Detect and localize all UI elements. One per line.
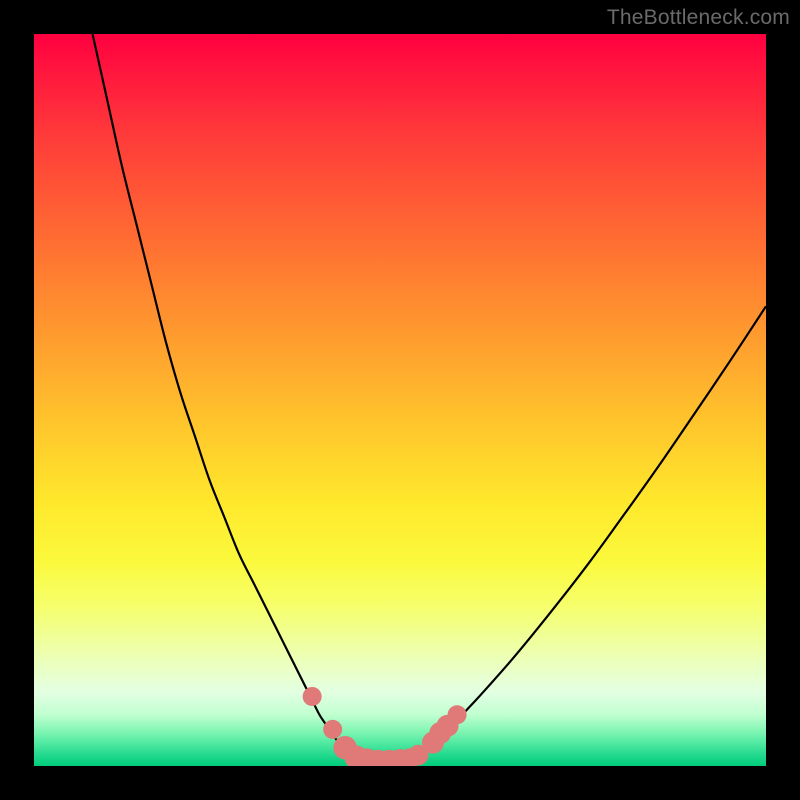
curve-marker bbox=[448, 705, 467, 724]
curve-marker bbox=[303, 687, 322, 706]
curve-markers bbox=[303, 687, 467, 766]
bottleneck-curve bbox=[34, 34, 766, 766]
curve-path bbox=[93, 34, 766, 762]
plot-area bbox=[34, 34, 766, 766]
curve-marker bbox=[323, 720, 342, 739]
watermark-text: TheBottleneck.com bbox=[607, 6, 790, 30]
chart-frame: TheBottleneck.com bbox=[0, 0, 800, 800]
